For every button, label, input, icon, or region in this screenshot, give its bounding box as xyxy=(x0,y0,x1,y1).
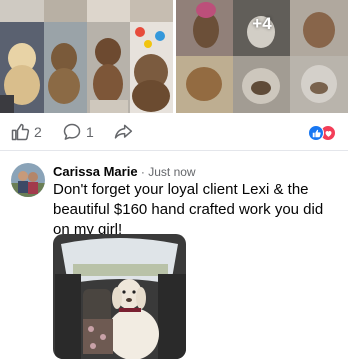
more-photos-overlay[interactable]: +4 xyxy=(176,0,348,113)
comment-count: 1 xyxy=(86,124,94,140)
like-reaction-icon xyxy=(308,125,324,141)
reaction-summary[interactable] xyxy=(308,125,338,141)
section-divider xyxy=(0,150,348,151)
comment-text: Don't forget your loyal client Lexi & th… xyxy=(53,181,324,238)
post-photo-grid-left[interactable] xyxy=(0,0,173,113)
comment-button[interactable]: 1 xyxy=(62,122,94,142)
like-button[interactable]: 2 xyxy=(10,122,42,142)
comment-timestamp[interactable]: Just now xyxy=(148,165,195,179)
comment-separator: · xyxy=(137,165,149,179)
like-count: 2 xyxy=(34,124,42,140)
post-photo-collage: +4 xyxy=(0,0,348,113)
comment-attached-photo[interactable] xyxy=(53,234,186,359)
avatar-photo xyxy=(11,163,45,197)
share-arrow-icon xyxy=(114,124,133,139)
comment-header: Carissa Marie · Just now xyxy=(53,164,196,179)
dog-in-car-photo xyxy=(53,234,186,359)
more-photos-count: +4 xyxy=(252,14,272,33)
post-action-bar: 2 1 xyxy=(0,118,348,148)
share-button[interactable] xyxy=(112,122,134,142)
comment-bubble-icon xyxy=(63,123,81,140)
dog-photos-left xyxy=(0,0,173,113)
thumbs-up-icon xyxy=(11,123,30,141)
comment-author[interactable]: Carissa Marie xyxy=(53,164,138,179)
commenter-avatar[interactable] xyxy=(11,163,45,197)
